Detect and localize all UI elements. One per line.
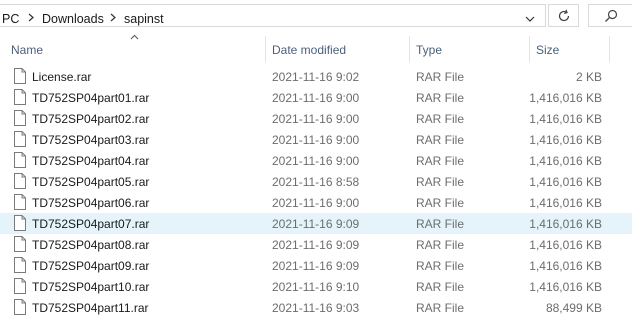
file-date-modified: 2021-11-16 9:10 (272, 280, 360, 294)
file-name: TD752SP04part07.rar (32, 217, 150, 231)
file-size: 88,499 KB (545, 301, 602, 315)
address-bar-area: PC Downloads sapinst (0, 0, 632, 32)
file-date-modified: 2021-11-16 9:00 (272, 133, 360, 147)
file-name: TD752SP04part05.rar (32, 175, 150, 189)
file-size: 1,416,016 KB (529, 217, 602, 231)
file-row[interactable]: TD752SP04part09.rar 2021-11-16 9:09 RAR Fi… (0, 255, 632, 276)
column-header-row: Name Date modified Type Size (0, 36, 632, 62)
file-date-modified: 2021-11-16 9:03 (272, 301, 360, 315)
file-size: 1,416,016 KB (529, 91, 602, 105)
file-icon (14, 131, 26, 147)
file-name: TD752SP04part04.rar (32, 154, 150, 168)
column-header-name[interactable]: Name (11, 43, 43, 57)
column-divider[interactable] (409, 36, 410, 62)
address-bar[interactable]: PC Downloads sapinst (0, 4, 546, 27)
file-size: 1,416,016 KB (529, 133, 602, 147)
file-type: RAR File (416, 217, 465, 231)
file-row[interactable]: TD752SP04part07.rar 2021-11-16 9:09 RAR Fi… (0, 213, 632, 234)
file-size: 1,416,016 KB (529, 196, 602, 210)
file-row[interactable]: TD752SP04part01.rar 2021-11-16 9:00 RAR Fi… (0, 87, 632, 108)
file-type: RAR File (416, 196, 465, 210)
file-name: License.rar (32, 70, 92, 84)
file-date-modified: 2021-11-16 9:00 (272, 91, 360, 105)
file-icon (14, 236, 26, 252)
file-size: 1,416,016 KB (529, 280, 602, 294)
chevron-down-icon[interactable] (524, 13, 536, 25)
file-icon (14, 194, 26, 210)
file-name: TD752SP04part08.rar (32, 238, 150, 252)
file-row[interactable]: TD752SP04part05.rar 2021-11-16 8:58 RAR Fi… (0, 171, 632, 192)
file-row[interactable]: TD752SP04part10.rar 2021-11-16 9:10 RAR Fi… (0, 276, 632, 297)
column-header-type[interactable]: Type (416, 43, 442, 57)
file-size: 1,416,016 KB (529, 259, 602, 273)
column-header-date[interactable]: Date modified (272, 43, 346, 57)
file-name: TD752SP04part06.rar (32, 196, 150, 210)
file-name: TD752SP04part09.rar (32, 259, 150, 273)
file-size: 2 KB (575, 70, 602, 84)
file-name: TD752SP04part10.rar (32, 280, 150, 294)
breadcrumb-sapinst[interactable]: sapinst (124, 12, 164, 26)
file-type: RAR File (416, 133, 465, 147)
file-type: RAR File (416, 70, 465, 84)
file-date-modified: 2021-11-16 9:09 (272, 238, 360, 252)
file-size: 1,416,016 KB (529, 238, 602, 252)
file-type: RAR File (416, 154, 465, 168)
file-date-modified: 2021-11-16 9:09 (272, 259, 360, 273)
file-row[interactable]: TD752SP04part11.rar 2021-11-16 9:03 RAR Fi… (0, 297, 632, 318)
file-type: RAR File (416, 91, 465, 105)
file-type: RAR File (416, 301, 465, 315)
file-row[interactable]: TD752SP04part02.rar 2021-11-16 9:00 RAR Fi… (0, 108, 632, 129)
file-date-modified: 2021-11-16 9:00 (272, 112, 360, 126)
file-name: TD752SP04part11.rar (32, 301, 149, 315)
file-icon (14, 173, 26, 189)
refresh-icon (558, 9, 570, 22)
file-size: 1,416,016 KB (529, 112, 602, 126)
file-icon (14, 89, 26, 105)
file-row[interactable]: TD752SP04part08.rar 2021-11-16 9:09 RAR Fi… (0, 234, 632, 255)
file-icon (14, 278, 26, 294)
file-size: 1,416,016 KB (529, 154, 602, 168)
file-row[interactable]: TD752SP04part03.rar 2021-11-16 9:00 RAR Fi… (0, 129, 632, 150)
search-icon (605, 9, 618, 22)
file-type: RAR File (416, 175, 465, 189)
breadcrumb-downloads[interactable]: Downloads (42, 12, 104, 26)
breadcrumb-pc[interactable]: PC (2, 12, 19, 26)
chevron-right-icon[interactable] (110, 13, 116, 22)
file-size: 1,416,016 KB (529, 175, 602, 189)
file-name: TD752SP04part01.rar (32, 91, 150, 105)
chevron-right-icon[interactable] (28, 13, 34, 22)
column-divider[interactable] (265, 36, 266, 62)
file-date-modified: 2021-11-16 9:00 (272, 154, 360, 168)
file-icon (14, 110, 26, 126)
column-divider[interactable] (529, 36, 530, 62)
file-row[interactable]: TD752SP04part06.rar 2021-11-16 9:00 RAR Fi… (0, 192, 632, 213)
file-row[interactable]: License.rar 2021-11-16 9:02 RAR File 2 KB (0, 66, 632, 87)
file-icon (14, 152, 26, 168)
file-date-modified: 2021-11-16 9:00 (272, 196, 360, 210)
file-icon (14, 257, 26, 273)
file-icon (14, 68, 26, 84)
file-type: RAR File (416, 280, 465, 294)
file-date-modified: 2021-11-16 9:02 (272, 70, 360, 84)
file-icon (14, 215, 26, 231)
file-date-modified: 2021-11-16 9:09 (272, 217, 360, 231)
file-name: TD752SP04part03.rar (32, 133, 150, 147)
column-header-size[interactable]: Size (536, 43, 559, 57)
search-box[interactable] (588, 4, 632, 27)
file-type: RAR File (416, 112, 465, 126)
file-type: RAR File (416, 238, 465, 252)
file-row[interactable]: TD752SP04part04.rar 2021-11-16 9:00 RAR Fi… (0, 150, 632, 171)
file-date-modified: 2021-11-16 8:58 (272, 175, 360, 189)
file-type: RAR File (416, 259, 465, 273)
file-name: TD752SP04part02.rar (32, 112, 150, 126)
column-divider[interactable] (609, 36, 610, 62)
file-icon (14, 299, 26, 315)
refresh-button[interactable] (548, 4, 579, 27)
